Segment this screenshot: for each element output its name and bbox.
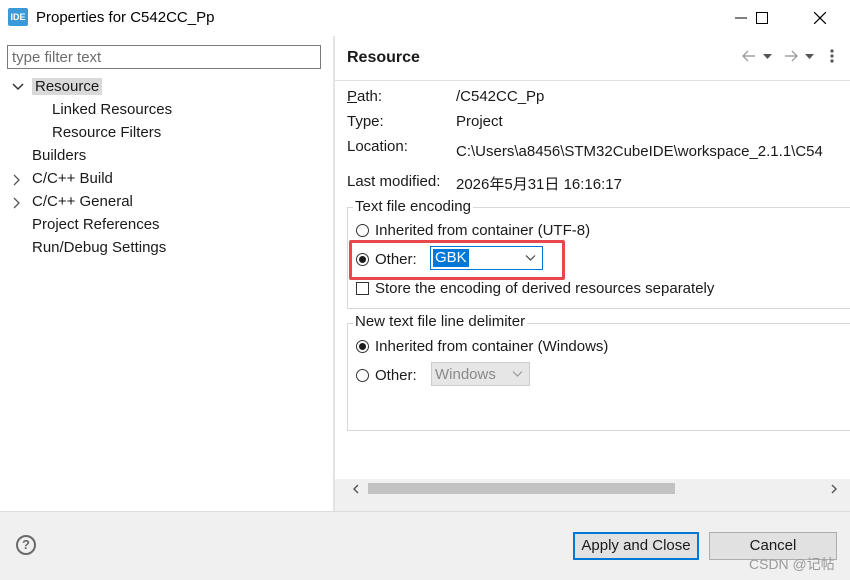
scroll-right-icon[interactable]: [830, 484, 838, 494]
last-modified-label: Last modified:: [347, 173, 441, 190]
last-modified-value: 2026年5月31日 16:16:17: [456, 176, 622, 193]
tree-item-label: Resource Filters: [52, 124, 162, 141]
other-delimiter-radio[interactable]: [356, 369, 369, 382]
help-button[interactable]: ?: [16, 535, 36, 555]
tree-item-label: C/C++ Build: [32, 170, 113, 187]
horizontal-scrollbar[interactable]: [335, 479, 850, 497]
apply-and-close-button[interactable]: Apply and Close: [573, 532, 699, 560]
close-button[interactable]: [797, 0, 843, 36]
other-delimiter-label[interactable]: Other:: [375, 367, 417, 384]
store-derived-encoding-label[interactable]: Store the encoding of derived resources …: [375, 280, 714, 297]
tree-item-builders[interactable]: Builders: [32, 145, 86, 167]
chevron-down-icon: [512, 371, 523, 377]
maximize-icon: [756, 12, 768, 24]
tree-item-label: Builders: [32, 147, 87, 164]
path-label: Path:: [347, 88, 383, 105]
delimiter-select: Windows: [431, 362, 530, 386]
tree-item-label: C/C++ General: [32, 193, 133, 210]
inherited-delimiter-label[interactable]: Inherited from container (Windows): [375, 338, 608, 355]
inherited-encoding-radio[interactable]: [356, 224, 369, 237]
path-value: /C542CC_Pp: [456, 88, 545, 105]
more-options-icon[interactable]: [829, 48, 835, 64]
highlight-annotation: [349, 240, 565, 280]
store-derived-encoding-checkbox[interactable]: [356, 282, 369, 295]
watermark: CSDN @记帖: [749, 556, 835, 572]
title-bar: IDE Properties for C542CC_Pp: [0, 0, 850, 36]
app-icon: IDE: [8, 8, 28, 26]
scrollbar-thumb[interactable]: [368, 483, 675, 494]
tree-item-resource[interactable]: Resource: [12, 76, 103, 98]
tree-item-label: Resource: [32, 78, 103, 95]
page-header: Resource: [335, 36, 850, 81]
tree-item-resource-filters[interactable]: Resource Filters: [52, 122, 161, 144]
tree-item-label: Project References: [32, 216, 160, 233]
type-value: Project: [456, 113, 503, 130]
text-encoding-group-title: Text file encoding: [353, 198, 473, 215]
scroll-left-icon[interactable]: [352, 484, 360, 494]
forward-dropdown-icon[interactable]: [805, 53, 815, 69]
location-value: C:\Users\a8456\STM32CubeIDE\workspace_2.…: [456, 143, 823, 160]
line-delimiter-group-title: New text file line delimiter: [353, 313, 528, 330]
tree-item-project-references[interactable]: Project References: [32, 214, 160, 236]
chevron-right-icon[interactable]: [12, 168, 26, 190]
tree-item-cc-build[interactable]: C/C++ Build: [12, 168, 113, 190]
forward-arrow-icon[interactable]: [783, 48, 799, 64]
button-bar: ? Apply and Close Cancel: [0, 511, 850, 580]
inherited-encoding-label[interactable]: Inherited from container (UTF-8): [375, 222, 590, 239]
location-label: Location:: [347, 138, 408, 155]
inherited-delimiter-radio[interactable]: [356, 340, 369, 353]
tree-item-label: Linked Resources: [52, 101, 173, 118]
tree-item-label: Run/Debug Settings: [32, 239, 167, 256]
type-label: Type:: [347, 113, 384, 130]
resource-content: Path: /C542CC_Pp Type: Project Location:…: [335, 81, 850, 479]
back-dropdown-icon[interactable]: [763, 53, 773, 69]
tree-item-run-debug-settings[interactable]: Run/Debug Settings: [32, 237, 166, 259]
chevron-right-icon[interactable]: [12, 191, 26, 213]
chevron-down-icon[interactable]: [12, 76, 26, 98]
tree-item-linked-resources[interactable]: Linked Resources: [52, 99, 172, 121]
window-title: Properties for C542CC_Pp: [36, 9, 215, 26]
category-tree-panel: Resource Linked Resources Resource Filte…: [0, 36, 333, 511]
close-icon: [814, 12, 826, 24]
maximize-button[interactable]: [739, 0, 785, 36]
page-title: Resource: [347, 49, 420, 66]
delimiter-select-value: Windows: [435, 366, 496, 383]
filter-input[interactable]: [7, 45, 321, 69]
tree-item-cc-general[interactable]: C/C++ General: [12, 191, 133, 213]
back-arrow-icon[interactable]: [741, 48, 757, 64]
